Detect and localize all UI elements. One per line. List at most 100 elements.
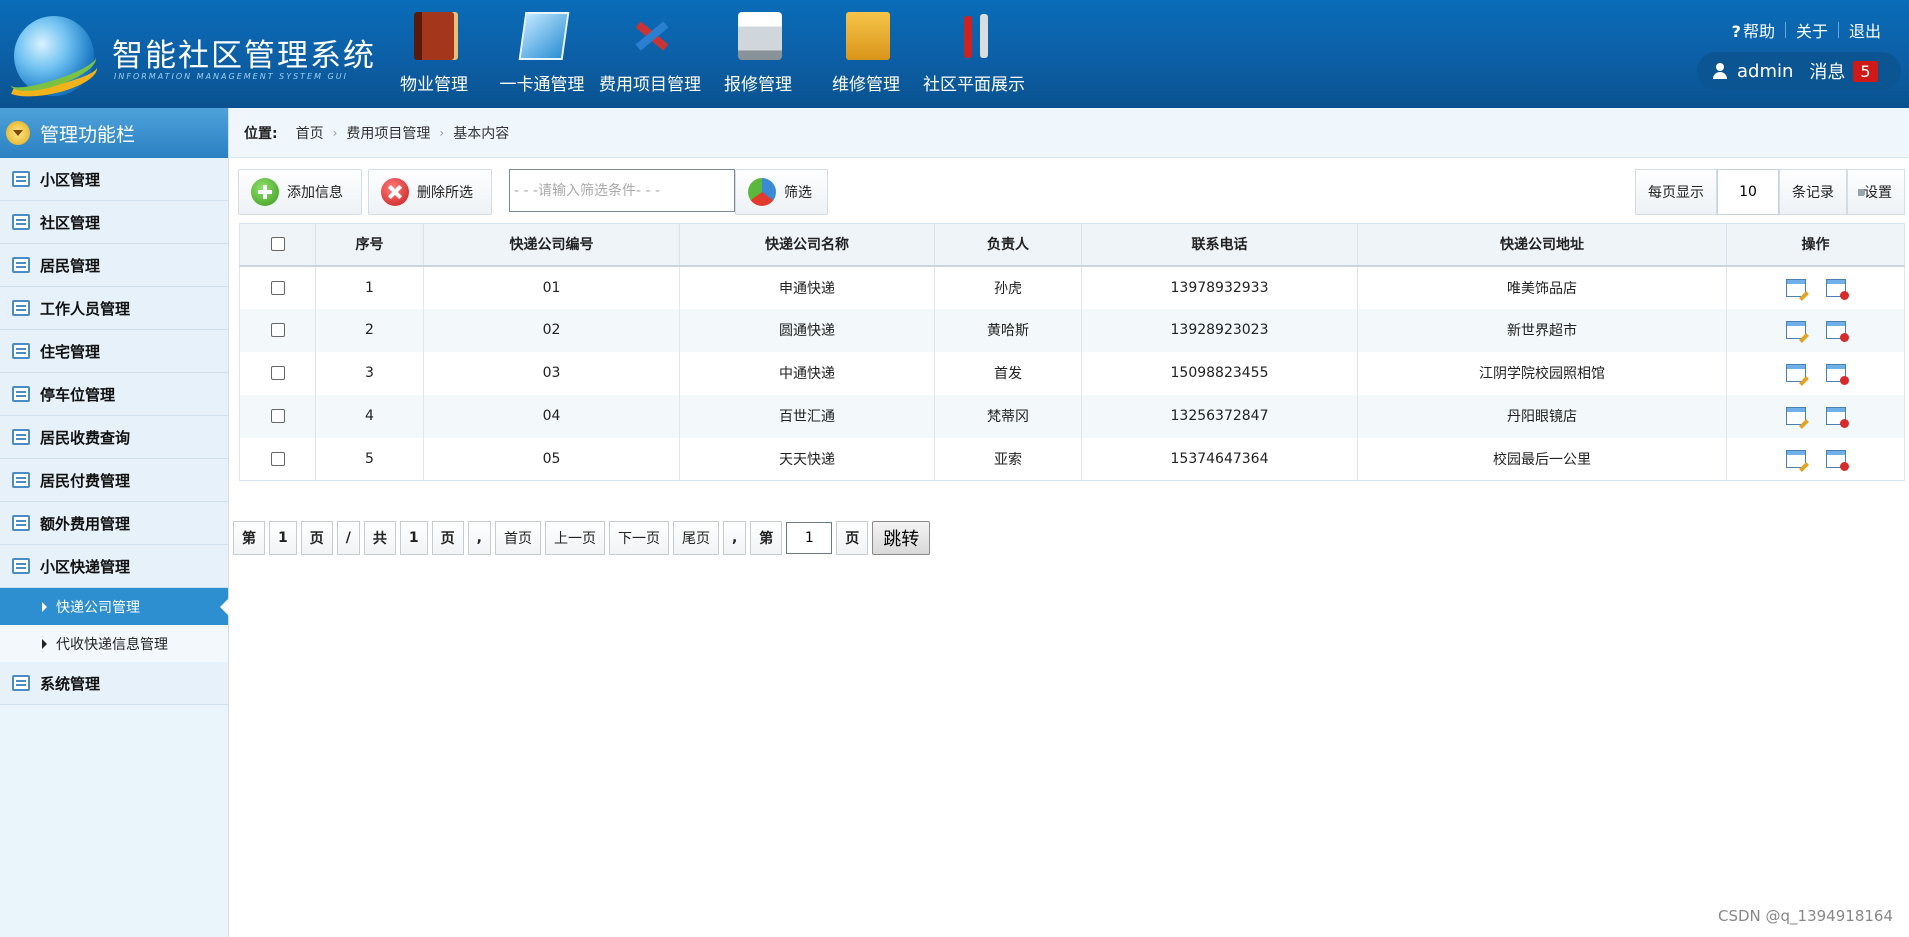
col-header[interactable]: 联系电话 <box>1081 223 1358 267</box>
pager-text: 第 <box>750 521 783 555</box>
table-row: 5 05 天天快递 亚索 15374647364 校园最后一公里 <box>239 437 1905 481</box>
delete-icon[interactable] <box>1825 278 1849 300</box>
breadcrumb-home[interactable]: 首页 <box>296 123 324 143</box>
about-link[interactable]: 关于 <box>1786 18 1838 42</box>
sidebar-header[interactable]: 管理功能栏 <box>0 108 228 158</box>
cell-manager: 亚索 <box>934 437 1082 481</box>
nav-fee-items[interactable]: 费用项目管理 <box>596 8 704 100</box>
sidebar-item-extra-fees[interactable]: 额外费用管理 <box>0 502 228 545</box>
list-icon <box>12 171 30 187</box>
delete-icon[interactable] <box>1825 321 1849 342</box>
row-checkbox[interactable] <box>270 280 285 295</box>
col-header[interactable]: 快递公司编号 <box>423 223 680 267</box>
first-page-button[interactable]: 首页 <box>494 521 541 555</box>
row-checkbox[interactable] <box>270 323 285 337</box>
records-label: 条记录 <box>1779 169 1847 215</box>
table-row: 3 03 中通快递 首发 15098823455 江阴学院校园照相馆 <box>239 351 1905 395</box>
pager-text: , <box>722 521 747 555</box>
nav-community-map[interactable]: 社区平面展示 <box>920 8 1028 100</box>
delete-icon[interactable] <box>1825 449 1849 471</box>
cell-phone: 13978932933 <box>1081 265 1358 309</box>
prev-page-button[interactable]: 上一页 <box>544 521 605 555</box>
top-nav: 物业管理 一卡通管理 费用项目管理 报修管理 维修管理 社区平面展示 <box>380 8 1028 100</box>
delete-selected-button[interactable]: 删除所选 <box>368 169 492 215</box>
plus-icon <box>251 178 279 206</box>
pager-text: 共 <box>363 521 396 555</box>
cell-address: 丹阳眼镜店 <box>1357 394 1727 438</box>
filter-input[interactable] <box>509 169 735 212</box>
calendar-icon <box>12 472 30 488</box>
tools-icon <box>630 12 674 60</box>
help-icon: ? <box>1731 22 1741 41</box>
row-checkbox[interactable] <box>270 409 285 423</box>
edit-icon[interactable] <box>1785 278 1806 297</box>
next-page-button[interactable]: 下一页 <box>608 521 669 555</box>
col-header[interactable]: 序号 <box>315 223 424 267</box>
col-header[interactable]: 快递公司地址 <box>1357 223 1727 267</box>
row-checkbox[interactable] <box>270 451 285 466</box>
select-all-checkbox[interactable] <box>270 237 285 252</box>
cell-no: 2 <box>315 308 424 352</box>
sidebar-item-fee-query[interactable]: 居民收费查询 <box>0 416 228 459</box>
sidebar-subitem-parcel-collection[interactable]: 代收快递信息管理 <box>0 625 228 662</box>
logo <box>0 10 101 104</box>
nav-maintenance[interactable]: 维修管理 <box>812 8 920 100</box>
sidebar-item-parking[interactable]: 停车位管理 <box>0 373 228 416</box>
chevron-down-icon <box>6 121 30 145</box>
last-page-button[interactable]: 尾页 <box>672 521 719 555</box>
jump-button[interactable]: 跳转 <box>872 521 931 555</box>
edit-icon[interactable] <box>1785 321 1806 339</box>
pager-text: 第 <box>233 521 265 555</box>
sidebar-item-community[interactable]: 社区管理 <box>0 201 228 244</box>
edit-icon[interactable] <box>1785 407 1806 425</box>
watermark: CSDN @q_1394918164 <box>1718 907 1893 925</box>
toolbar: 添加信息 删除所选 筛选 每页显示 条记录 设置 <box>238 169 1905 215</box>
cell-no: 1 <box>315 265 424 309</box>
cell-phone: 13928923023 <box>1081 308 1358 352</box>
nav-repair-report[interactable]: 报修管理 <box>704 8 812 100</box>
sidebar-item-estate[interactable]: 小区管理 <box>0 158 228 201</box>
nav-property[interactable]: 物业管理 <box>380 8 488 100</box>
row-checkbox[interactable] <box>270 366 285 380</box>
page-number-input[interactable] <box>786 522 833 554</box>
edit-icon <box>12 257 30 273</box>
cell-phone: 13256372847 <box>1081 394 1358 438</box>
message-count-badge[interactable]: 5 <box>1853 60 1878 82</box>
settings-button[interactable]: 设置 <box>1847 169 1905 215</box>
sidebar-subitem-express-companies[interactable]: 快递公司管理 <box>0 588 229 625</box>
printer-icon <box>738 12 782 60</box>
sidebar-item-express[interactable]: 小区快递管理 <box>0 545 228 588</box>
table-header-row: 序号 快递公司编号 快递公司名称 负责人 联系电话 快递公司地址 操作 <box>239 223 1905 267</box>
pager-text: , <box>467 521 491 555</box>
sidebar-item-staff[interactable]: 工作人员管理 <box>0 287 228 330</box>
edit-icon[interactable] <box>1785 364 1806 382</box>
pager-text: 页 <box>836 521 869 555</box>
nav-card[interactable]: 一卡通管理 <box>488 8 596 100</box>
per-page-input[interactable] <box>1717 169 1779 215</box>
col-header[interactable]: 负责人 <box>934 223 1082 267</box>
col-header[interactable]: 快递公司名称 <box>679 223 935 267</box>
sidebar-item-residents[interactable]: 居民管理 <box>0 244 228 287</box>
filter-button[interactable]: 筛选 <box>735 169 828 215</box>
cell-manager: 黄哈斯 <box>934 308 1082 352</box>
cell-code: 03 <box>423 351 680 395</box>
sidebar: 管理功能栏 小区管理 社区管理 居民管理 工作人员管理 住宅管理 停车位管理 居… <box>0 108 229 937</box>
messages-link[interactable]: 消息 <box>1809 58 1845 84</box>
cell-no: 4 <box>315 394 424 438</box>
cell-manager: 首发 <box>934 351 1082 395</box>
help-link[interactable]: ? 帮助 <box>1722 18 1785 42</box>
sidebar-item-housing[interactable]: 住宅管理 <box>0 330 228 373</box>
top-links: ? 帮助 关于 退出 <box>1722 18 1891 42</box>
calendar-icon <box>12 429 30 445</box>
cell-manager: 孙虎 <box>934 265 1082 309</box>
edit-icon[interactable] <box>1785 449 1806 468</box>
breadcrumb-fee-items[interactable]: 费用项目管理 <box>346 123 430 143</box>
logout-link[interactable]: 退出 <box>1839 18 1891 42</box>
delete-icon[interactable] <box>1825 364 1849 385</box>
add-info-button[interactable]: 添加信息 <box>238 169 362 215</box>
cell-address: 唯美饰品店 <box>1357 265 1727 309</box>
sidebar-item-system[interactable]: 系统管理 <box>0 662 228 705</box>
delete-icon[interactable] <box>1825 407 1849 428</box>
sidebar-item-payment[interactable]: 居民付费管理 <box>0 459 228 502</box>
username[interactable]: admin <box>1737 61 1793 82</box>
